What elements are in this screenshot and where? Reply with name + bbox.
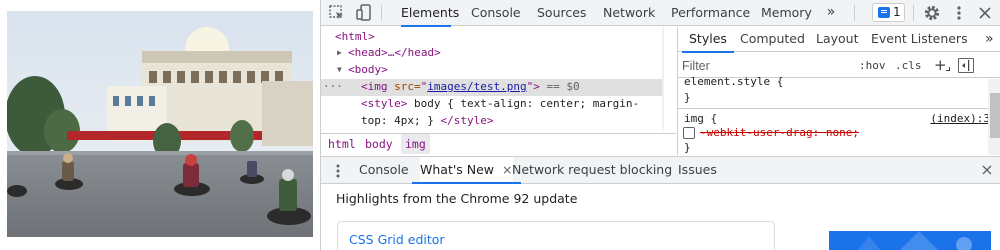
drawer-menu-icon[interactable]	[328, 161, 348, 181]
drawer: Console What's New × Network request blo…	[321, 156, 1000, 250]
new-rule-button[interactable]: +	[934, 57, 947, 74]
styles-subtabs: Styles Computed Layout Event Listeners »	[678, 27, 1000, 53]
tab-memory[interactable]: Memory	[761, 0, 812, 26]
img-src-link[interactable]: images/test.png	[427, 80, 526, 93]
img-rule-selector[interactable]: img {	[684, 112, 717, 126]
html-tag: <html>	[335, 30, 375, 43]
close-icon[interactable]	[975, 3, 995, 23]
device-toolbar-icon[interactable]	[354, 3, 374, 23]
more-subtabs-button[interactable]: »	[985, 27, 994, 52]
drawer-tabbar: Console What's New × Network request blo…	[321, 157, 1000, 184]
rule-divider	[678, 108, 988, 109]
tab-performance[interactable]: Performance	[671, 0, 750, 26]
styles-scrollbar[interactable]	[988, 79, 1000, 155]
tab-console[interactable]: Console	[471, 0, 521, 26]
new-rule-corner-icon	[946, 67, 950, 71]
tab-styles[interactable]: Styles	[682, 27, 734, 53]
expand-triangle-icon[interactable]: ▶	[337, 45, 342, 62]
dom-node-style[interactable]: <style> body { text-align: center; margi…	[321, 96, 664, 113]
img-rule-close: }	[684, 141, 691, 154]
close-tab-icon[interactable]: ×	[502, 162, 512, 177]
toggle-sidebar-icon[interactable]	[958, 58, 974, 73]
devtools-panel: Elements Console Sources Network Perform…	[320, 0, 1000, 250]
toolbar-divider	[381, 5, 382, 21]
dom-node-style-cont[interactable]: top: 4px; } </style>	[321, 113, 664, 130]
toolbar-divider	[913, 5, 914, 21]
devtools-toolbar: Elements Console Sources Network Perform…	[321, 0, 1000, 27]
dom-node-img-selected[interactable]: ··· <img src="images/test.png"> == $0	[321, 79, 664, 96]
breadcrumb-img[interactable]: img	[401, 134, 430, 154]
feature-card-title[interactable]: CSS Grid editor	[349, 232, 445, 247]
style-rules: element.style { } img { (index):3 -webki…	[678, 75, 990, 155]
inspect-element-icon[interactable]	[327, 3, 347, 23]
drawer-tab-network-request-blocking[interactable]: Network request blocking	[512, 157, 672, 183]
gear-icon[interactable]	[922, 3, 942, 23]
dom-node-body[interactable]: ▼ <body>	[321, 62, 664, 79]
more-tabs-button[interactable]: »	[823, 0, 839, 26]
breadcrumb-html[interactable]: html	[324, 134, 360, 154]
drawer-tab-whats-new-label: What's New	[420, 162, 495, 177]
drawer-tab-console[interactable]: Console	[359, 157, 409, 183]
tab-event-listeners[interactable]: Event Listeners	[871, 27, 968, 52]
style-node-text-cont: top: 4px; } </style>	[361, 114, 494, 127]
dom-node-html[interactable]: <html>	[321, 29, 664, 46]
drawer-tab-whats-new[interactable]: What's New ×	[412, 157, 520, 184]
street-photo	[7, 11, 313, 237]
webkit-user-drag-property[interactable]: -webkit-user-drag: none;	[700, 126, 859, 140]
hover-state-button[interactable]: :hov	[859, 57, 886, 74]
style-node-text: <style> body { text-align: center; margi…	[361, 97, 640, 110]
property-checkbox[interactable]	[683, 127, 695, 139]
scrollbar-thumb[interactable]	[990, 93, 1000, 138]
drawer-tab-issues[interactable]: Issues	[678, 157, 717, 183]
tab-elements[interactable]: Elements	[401, 0, 459, 27]
dom-tree[interactable]: <html> ▶ <head>…</head> ▼ <body> ··· <im…	[321, 27, 664, 131]
issue-icon	[878, 7, 890, 18]
tab-computed[interactable]: Computed	[740, 27, 805, 52]
tab-sources[interactable]: Sources	[537, 0, 586, 26]
breadcrumb-body[interactable]: body	[361, 134, 397, 154]
styles-filter-input[interactable]	[682, 56, 832, 75]
toolbar-divider	[854, 5, 855, 21]
element-style-selector[interactable]: element.style {	[684, 75, 783, 89]
tab-layout[interactable]: Layout	[816, 27, 859, 52]
kebab-menu-icon[interactable]	[949, 3, 969, 23]
feature-card[interactable]: CSS Grid editor	[337, 221, 775, 250]
styles-pane: Styles Computed Layout Event Listeners »…	[677, 27, 1000, 155]
issues-count: 1	[893, 5, 901, 19]
dom-node-head[interactable]: ▶ <head>…</head>	[321, 45, 664, 62]
inspected-page	[0, 0, 320, 250]
body-tag: <body>	[348, 63, 388, 76]
issues-counter-button[interactable]: 1	[872, 3, 905, 22]
feature-card-image	[829, 231, 991, 250]
whats-new-heading: Highlights from the Chrome 92 update	[336, 191, 578, 206]
rule-source-link[interactable]: (index):3	[930, 112, 990, 126]
element-style-close: }	[684, 91, 691, 104]
img-node-text: <img src="images/test.png"> == $0	[361, 80, 580, 93]
node-actions-dots[interactable]: ···	[323, 79, 343, 96]
close-drawer-icon[interactable]: ×	[976, 159, 998, 181]
dom-tree-scrollbar[interactable]	[662, 27, 664, 131]
breadcrumb: html body img	[321, 133, 676, 154]
class-toggle-button[interactable]: .cls	[895, 57, 922, 74]
collapse-triangle-icon[interactable]: ▼	[337, 62, 342, 79]
tab-network[interactable]: Network	[603, 0, 655, 26]
head-tag: <head>…</head>	[348, 46, 441, 59]
